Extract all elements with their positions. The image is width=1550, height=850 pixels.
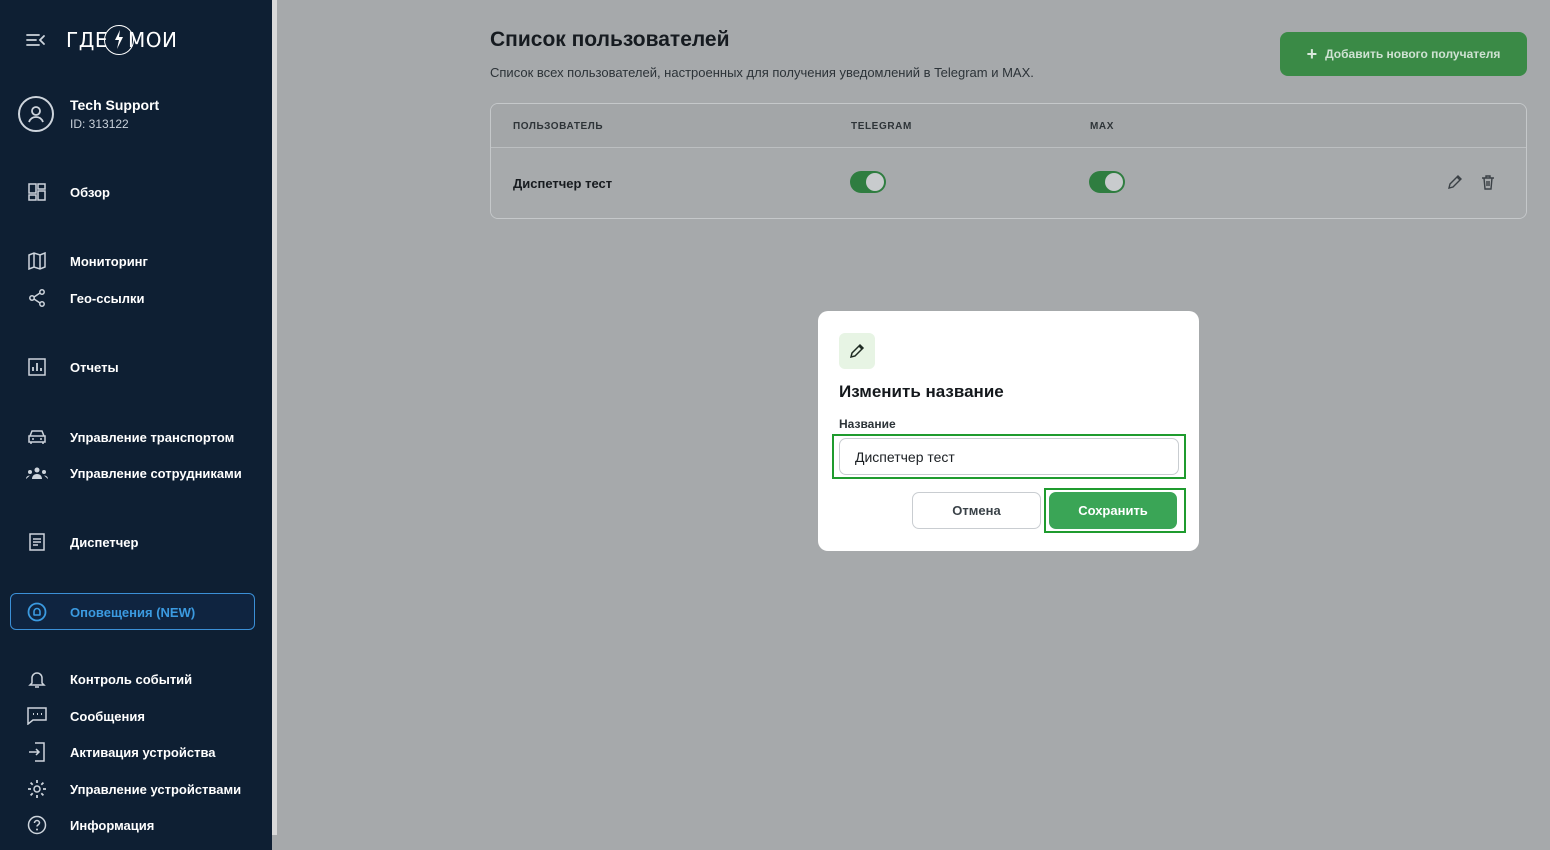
edit-pencil-icon[interactable] xyxy=(1446,173,1464,191)
sidebar-item-info[interactable]: Информация xyxy=(24,812,264,838)
logo-text-left: ГДЕ xyxy=(66,28,108,52)
map-icon xyxy=(24,248,50,274)
sidebar-item-label: Контроль событий xyxy=(70,671,193,687)
logo-text-right: МОИ xyxy=(127,28,178,52)
toggle-knob xyxy=(866,173,884,191)
telegram-toggle[interactable] xyxy=(850,171,886,193)
sidebar-item-label: Управление транспортом xyxy=(70,429,235,445)
car-icon xyxy=(24,424,50,450)
sidebar-item-label: Диспетчер xyxy=(70,534,139,550)
sidebar-item-label: Гео-ссылки xyxy=(70,290,145,306)
login-icon xyxy=(24,739,50,765)
sidebar-scrollbar[interactable] xyxy=(272,0,277,835)
delete-trash-icon[interactable] xyxy=(1479,173,1497,191)
sidebar-item-employees[interactable]: Управление сотрудниками xyxy=(24,460,264,486)
user-profile[interactable]: Tech Support ID: 313122 xyxy=(18,96,159,132)
logo-compass-icon xyxy=(103,25,134,55)
sidebar-item-label: Отчеты xyxy=(70,359,119,375)
table-header: ПОЛЬЗОВАТЕЛЬ TELEGRAM MAX xyxy=(491,104,1526,148)
people-icon xyxy=(24,460,50,486)
name-field-label: Название xyxy=(839,417,896,431)
column-header-user: ПОЛЬЗОВАТЕЛЬ xyxy=(513,121,604,132)
help-icon xyxy=(24,812,50,838)
sidebar-item-device-management[interactable]: Управление устройствами xyxy=(24,776,264,802)
sidebar: ГДЕ МОИ Tech Support ID: 313122 Обзор Мо… xyxy=(0,0,272,850)
sidebar-item-messages[interactable]: Сообщения xyxy=(24,703,264,729)
add-recipient-button[interactable]: + Добавить нового получателя xyxy=(1280,32,1527,76)
gear-icon xyxy=(24,776,50,802)
sidebar-item-event-control[interactable]: Контроль событий xyxy=(24,666,264,692)
sidebar-item-monitoring[interactable]: Мониторинг xyxy=(24,248,264,274)
sidebar-item-label: Оповещения (NEW) xyxy=(70,604,196,620)
alert-at-icon xyxy=(24,599,50,625)
toggle-knob xyxy=(1105,173,1123,191)
cancel-button[interactable]: Отмена xyxy=(912,492,1041,529)
report-icon xyxy=(24,354,50,380)
sidebar-item-transport[interactable]: Управление транспортом xyxy=(24,424,264,450)
avatar-icon xyxy=(18,96,54,132)
sidebar-item-label: Информация xyxy=(70,817,155,833)
sidebar-header: ГДЕ МОИ xyxy=(24,22,177,58)
page-subtitle: Список всех пользователей, настроенных д… xyxy=(490,65,1034,80)
sidebar-item-label: Активация устройства xyxy=(70,744,216,760)
profile-name: Tech Support xyxy=(70,97,160,113)
share-icon xyxy=(24,285,50,311)
app-logo[interactable]: ГДЕ МОИ xyxy=(66,25,177,55)
dispatcher-icon xyxy=(24,529,50,555)
menu-collapse-icon[interactable] xyxy=(24,28,48,52)
column-header-max: MAX xyxy=(1090,121,1115,132)
sidebar-item-overview[interactable]: Обзор xyxy=(24,179,264,205)
message-icon xyxy=(24,703,50,729)
pencil-icon xyxy=(839,333,875,369)
add-recipient-label: Добавить нового получателя xyxy=(1325,47,1501,61)
sidebar-item-device-activation[interactable]: Активация устройства xyxy=(24,739,264,765)
user-name-cell: Диспетчер тест xyxy=(513,176,613,191)
sidebar-item-label: Управление устройствами xyxy=(70,781,242,797)
max-toggle[interactable] xyxy=(1089,171,1125,193)
table-row: Диспетчер тест xyxy=(491,149,1526,218)
profile-id: ID: 313122 xyxy=(70,117,129,131)
bell-icon xyxy=(24,666,50,692)
sidebar-item-geo-links[interactable]: Гео-ссылки xyxy=(24,285,264,311)
rename-dialog: Изменить название Название Отмена Сохран… xyxy=(818,311,1199,551)
dashboard-icon xyxy=(24,179,50,205)
sidebar-item-label: Управление сотрудниками xyxy=(70,465,242,481)
sidebar-item-label: Обзор xyxy=(70,184,110,200)
sidebar-item-label: Сообщения xyxy=(70,708,145,724)
save-button[interactable]: Сохранить xyxy=(1049,492,1177,529)
name-input[interactable] xyxy=(839,438,1179,475)
users-table: ПОЛЬЗОВАТЕЛЬ TELEGRAM MAX Диспетчер тест xyxy=(490,103,1527,219)
column-header-telegram: TELEGRAM xyxy=(851,121,912,132)
page-title: Список пользователей xyxy=(490,28,730,51)
plus-icon: + xyxy=(1306,43,1318,64)
sidebar-item-reports[interactable]: Отчеты xyxy=(24,354,264,380)
sidebar-item-dispatcher[interactable]: Диспетчер xyxy=(24,529,264,555)
sidebar-item-label: Мониторинг xyxy=(70,253,148,269)
dialog-title: Изменить название xyxy=(839,382,1004,401)
sidebar-item-notifications[interactable]: Оповещения (NEW) xyxy=(24,599,264,625)
